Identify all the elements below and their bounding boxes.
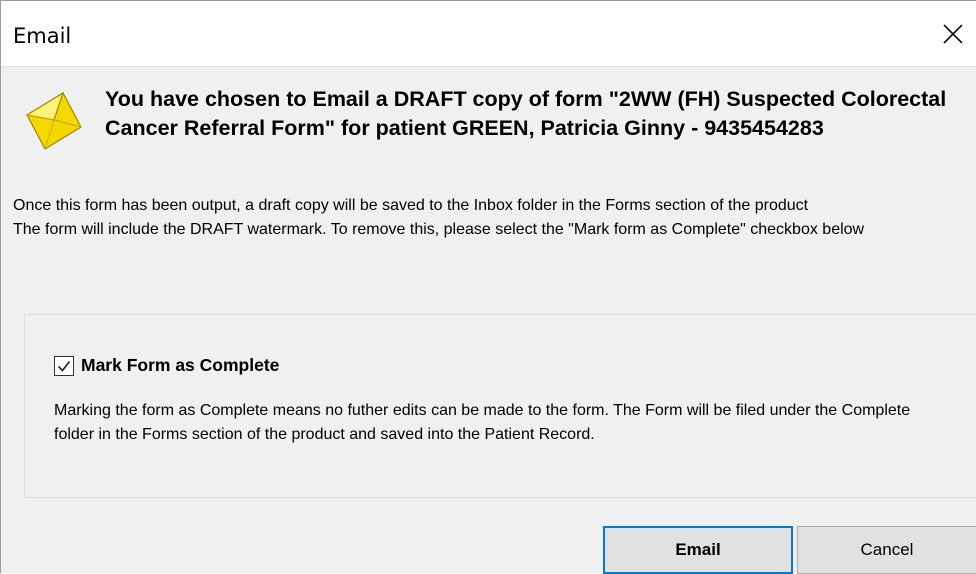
mark-complete-description: Marking the form as Complete means no fu… (54, 402, 911, 443)
complete-group: Mark Form as Complete Marking the form a… (24, 314, 976, 498)
title-bar: Email (1, 1, 976, 67)
close-button[interactable] (929, 9, 976, 59)
envelope-icon (25, 91, 82, 150)
email-dialog: Email You have chosen to Email a DRAFT c… (0, 0, 976, 574)
checkmark-icon (57, 360, 71, 372)
email-button[interactable]: Email (603, 526, 793, 574)
dialog-heading: You have chosen to Email a DRAFT copy of… (105, 87, 947, 140)
info-text: Once this form has been output, a draft … (13, 194, 976, 242)
window-title: Email (13, 24, 72, 48)
cancel-button[interactable]: Cancel (797, 526, 976, 574)
mark-complete-checkbox[interactable] (54, 355, 74, 376)
info-line-2: The form will include the DRAFT watermar… (13, 221, 865, 238)
mark-complete-label[interactable]: Mark Form as Complete (81, 355, 279, 376)
info-line-1: Once this form has been output, a draft … (13, 197, 809, 214)
mark-complete-checkbox-row[interactable]: Mark Form as Complete (54, 355, 279, 376)
close-icon (943, 24, 963, 44)
